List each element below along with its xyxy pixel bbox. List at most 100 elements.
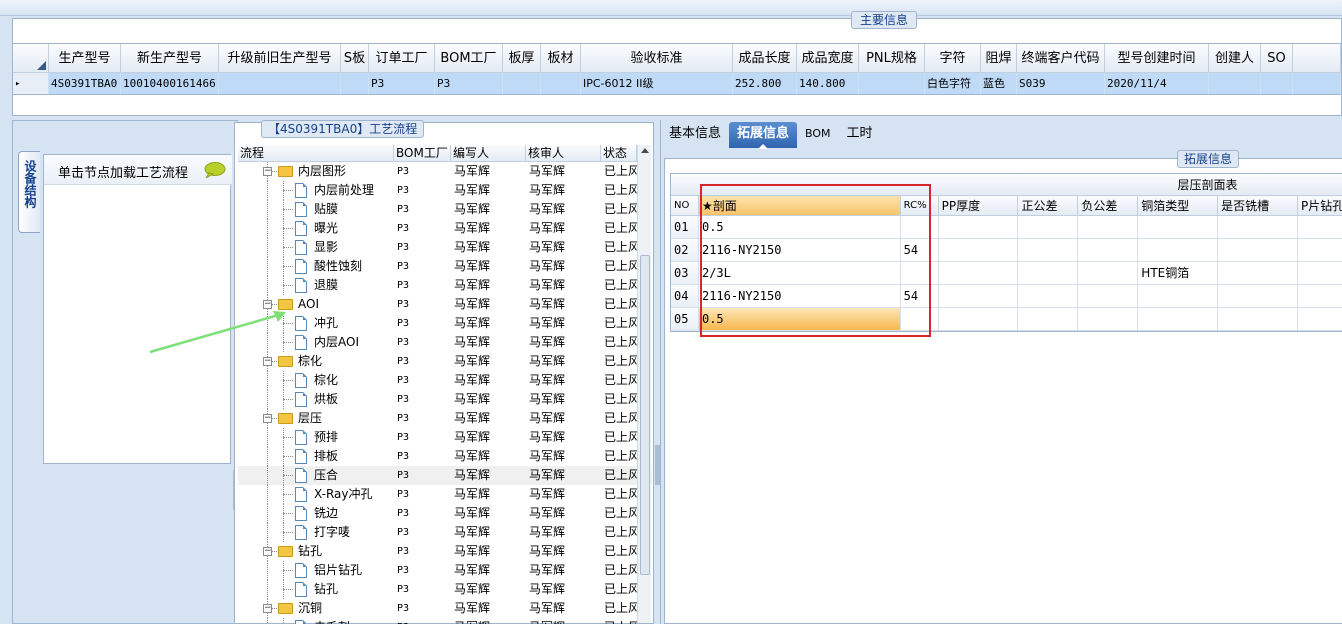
column-header[interactable]: S板 (341, 44, 369, 73)
laminate-cell[interactable] (938, 262, 1019, 285)
tree-row[interactable]: 铝片钻孔 P3 马军辉 马军辉 已上风 (238, 561, 652, 580)
column-header[interactable]: 型号创建时间 (1105, 44, 1209, 73)
tree-node-cell[interactable]: 打字唛 (238, 523, 394, 542)
laminate-cell[interactable] (1218, 308, 1299, 331)
tree-row[interactable]: 显影 P3 马军辉 马军辉 已上风 (238, 238, 652, 257)
column-header[interactable]: 新生产型号 (121, 44, 219, 73)
main-grid-row[interactable]: ▸ 4S0391TBA0 10010400161466 P3 P3 IPC-6012 II… (13, 73, 1341, 95)
tree-row[interactable]: 退膜 P3 马军辉 马军辉 已上风 (238, 276, 652, 295)
laminate-cell[interactable] (1138, 285, 1219, 308)
flow-column-header[interactable]: 核审人 (526, 145, 601, 162)
tree-node-cell[interactable]: 去毛刺 (238, 618, 394, 624)
tree-row[interactable]: − 内层图形 P3 马军辉 马军辉 已上风 (238, 162, 652, 181)
laminate-cell[interactable] (1138, 216, 1219, 239)
laminate-cell[interactable] (1138, 308, 1219, 331)
tree-row[interactable]: 去毛刺P3马军辉马军辉已上风 (238, 618, 652, 624)
column-header[interactable]: 板材 (541, 44, 581, 73)
tree-node-cell[interactable]: 酸性蚀刻 (238, 257, 394, 276)
laminate-cell[interactable] (1138, 239, 1219, 262)
tree-row[interactable]: 曝光 P3 马军辉 马军辉 已上风 (238, 219, 652, 238)
tree-row[interactable]: 打字唛 P3 马军辉 马军辉 已上风 (238, 523, 652, 542)
tree-node-cell[interactable]: 曝光 (238, 219, 394, 238)
tree-row[interactable]: 贴膜 P3 马军辉 马军辉 已上风 (238, 200, 652, 219)
flow-column-header[interactable]: BOM工厂 (394, 145, 451, 162)
tab-work-hours[interactable]: 工时 (839, 122, 881, 148)
tree-node-cell[interactable]: 贴膜 (238, 200, 394, 219)
tab-basic-info[interactable]: 基本信息 (661, 122, 729, 148)
tree-node-cell[interactable]: 铣边 (238, 504, 394, 523)
tree-node-cell[interactable]: 显影 (238, 238, 394, 257)
tree-node-cell[interactable]: − 钻孔 (238, 542, 394, 561)
tree-row[interactable]: − 沉铜 P3 马军辉 马军辉 已上风 (238, 599, 652, 618)
collapse-toggle-icon[interactable]: − (263, 604, 272, 613)
laminate-cell[interactable] (1018, 262, 1079, 285)
laminate-column-header[interactable]: P片钻孔 (1298, 196, 1342, 216)
laminate-column-header[interactable]: PP厚度 (938, 196, 1019, 216)
tree-row[interactable]: 排板 P3 马军辉 马军辉 已上风 (238, 447, 652, 466)
column-header[interactable]: 成品长度 (733, 44, 797, 73)
laminate-column-header[interactable]: 是否铣槽 (1218, 196, 1299, 216)
tree-row[interactable]: − 层压 P3 马军辉 马军辉 已上风 (238, 409, 652, 428)
laminate-column-header[interactable]: 铜箔类型 (1138, 196, 1219, 216)
laminate-cell[interactable]: HTE铜箔 (1138, 262, 1219, 285)
tree-node-cell[interactable]: 压合 (238, 466, 394, 485)
tree-node-cell[interactable]: 排板 (238, 447, 394, 466)
laminate-cell[interactable] (1298, 216, 1342, 239)
laminate-cell[interactable] (1078, 262, 1139, 285)
laminate-cell[interactable] (1298, 239, 1342, 262)
tree-row[interactable]: 棕化 P3 马军辉 马军辉 已上风 (238, 371, 652, 390)
laminate-cell[interactable] (1218, 216, 1299, 239)
column-header[interactable]: BOM工厂 (435, 44, 503, 73)
column-header[interactable]: PNL规格 (859, 44, 925, 73)
column-header[interactable]: 验收标准 (581, 44, 733, 73)
tree-row[interactable]: − 棕化 P3 马军辉 马军辉 已上风 (238, 352, 652, 371)
tree-node-cell[interactable]: 内层前处理 (238, 181, 394, 200)
tree-row[interactable]: 内层AOI P3 马军辉 马军辉 已上风 (238, 333, 652, 352)
tree-node-cell[interactable]: 预排 (238, 428, 394, 447)
laminate-cell[interactable] (1078, 285, 1139, 308)
laminate-cell[interactable] (1298, 308, 1342, 331)
tree-node-cell[interactable]: X-Ray冲孔 (238, 485, 394, 504)
laminate-cell[interactable] (1078, 216, 1139, 239)
scroll-up-arrow-icon[interactable] (641, 148, 649, 153)
column-header[interactable]: 成品宽度 (797, 44, 859, 73)
tree-row[interactable]: X-Ray冲孔 P3 马军辉 马军辉 已上风 (238, 485, 652, 504)
tree-row[interactable]: 内层前处理 P3 马军辉 马军辉 已上风 (238, 181, 652, 200)
tree-row[interactable]: 压合 P3 马军辉 马军辉 已上风 (238, 466, 652, 485)
laminate-cell[interactable] (938, 239, 1019, 262)
laminate-cell[interactable] (1018, 285, 1079, 308)
tab-bom[interactable]: BOM (797, 122, 839, 148)
column-header[interactable]: 订单工厂 (369, 44, 435, 73)
collapse-toggle-icon[interactable]: − (263, 167, 272, 176)
tree-row[interactable]: − 钻孔 P3 马军辉 马军辉 已上风 (238, 542, 652, 561)
tree-node-cell[interactable]: − 层压 (238, 409, 394, 428)
tree-node-cell[interactable]: − 沉铜 (238, 599, 394, 618)
laminate-cell[interactable] (1298, 285, 1342, 308)
laminate-cell[interactable] (1078, 308, 1139, 331)
collapse-toggle-icon[interactable]: − (263, 414, 272, 423)
vertical-tab-equipment[interactable]: 设备结构 (18, 151, 40, 233)
scroll-thumb[interactable] (640, 255, 650, 575)
laminate-cell[interactable] (1218, 239, 1299, 262)
laminate-column-header[interactable]: 负公差 (1078, 196, 1139, 216)
laminate-cell[interactable] (1018, 308, 1079, 331)
laminate-cell[interactable] (938, 216, 1019, 239)
column-header[interactable]: 生产型号 (49, 44, 121, 73)
tree-node-cell[interactable]: 退膜 (238, 276, 394, 295)
column-header[interactable]: 创建人 (1209, 44, 1261, 73)
collapse-toggle-icon[interactable]: − (263, 547, 272, 556)
laminate-column-header[interactable]: NO (671, 196, 699, 216)
column-header[interactable]: SO (1261, 44, 1293, 73)
column-header[interactable]: 字符 (925, 44, 981, 73)
tab-extended-info[interactable]: 拓展信息 (729, 122, 798, 149)
tree-row[interactable]: 钻孔 P3 马军辉 马军辉 已上风 (238, 580, 652, 599)
laminate-cell[interactable] (1218, 262, 1299, 285)
tree-row[interactable]: − AOI P3 马军辉 马军辉 已上风 (238, 295, 652, 314)
tree-node-cell[interactable]: − 内层图形 (238, 162, 394, 181)
laminate-cell[interactable] (1018, 216, 1079, 239)
laminate-cell[interactable] (1218, 285, 1299, 308)
column-header[interactable]: 板厚 (503, 44, 541, 73)
tree-node-cell[interactable]: 烘板 (238, 390, 394, 409)
flow-column-header[interactable]: 流程 (238, 145, 394, 162)
laminate-cell[interactable] (938, 285, 1019, 308)
